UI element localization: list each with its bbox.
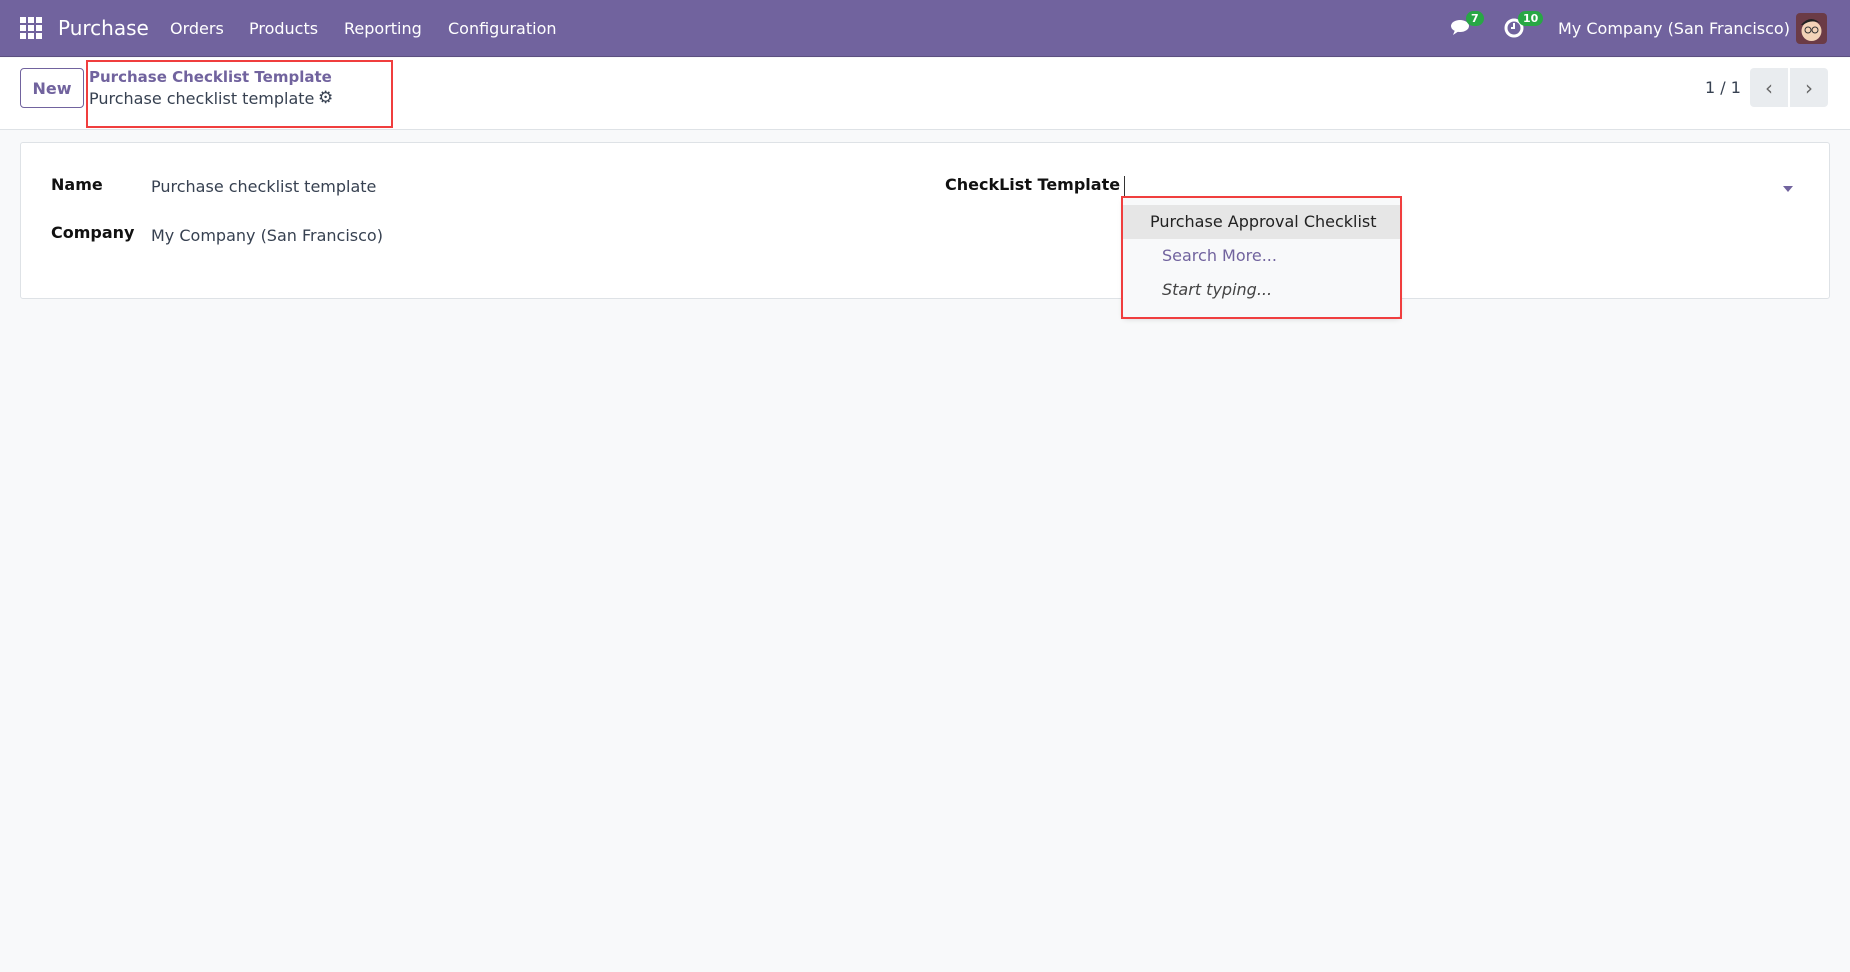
company-switcher[interactable]: My Company (San Francisco) [1558,19,1790,38]
chevron-left-icon: ‹ [1765,75,1773,100]
top-navbar: Purchase Orders Products Reporting Confi… [0,0,1850,57]
checklist-template-label: CheckList Template [945,175,1121,194]
app-name[interactable]: Purchase [58,16,149,40]
name-label: Name [51,175,103,194]
pager-next-button[interactable]: › [1790,68,1828,107]
menu-products[interactable]: Products [249,19,318,38]
menu-reporting[interactable]: Reporting [344,19,422,38]
name-field[interactable]: Purchase checklist template [151,177,376,196]
company-label: Company [51,223,135,242]
company-field[interactable]: My Company (San Francisco) [151,226,383,245]
highlight-box [1121,196,1402,319]
gear-icon[interactable]: ⚙ [318,88,333,108]
caret-down-icon[interactable] [1783,186,1793,192]
messages-button[interactable]: 7 [1450,11,1484,43]
menu-configuration[interactable]: Configuration [448,19,557,38]
control-panel: New Purchase Checklist Template Purchase… [0,58,1850,130]
pager-value[interactable]: 1 / 1 [1705,78,1741,97]
new-button[interactable]: New [20,68,84,108]
chevron-right-icon: › [1805,75,1813,100]
activities-button[interactable]: 10 [1502,11,1544,43]
form-sheet [20,142,1830,299]
text-cursor [1124,176,1125,197]
menu-orders[interactable]: Orders [170,19,224,38]
breadcrumb-current: Purchase checklist template [89,89,315,108]
activities-badge: 10 [1518,11,1544,26]
messages-badge: 7 [1466,11,1484,26]
breadcrumb-parent[interactable]: Purchase Checklist Template [89,68,332,86]
pager-previous-button[interactable]: ‹ [1750,68,1788,107]
user-avatar[interactable] [1796,13,1827,44]
apps-grid-icon[interactable] [20,17,42,39]
avatar-face-icon [1801,19,1822,41]
